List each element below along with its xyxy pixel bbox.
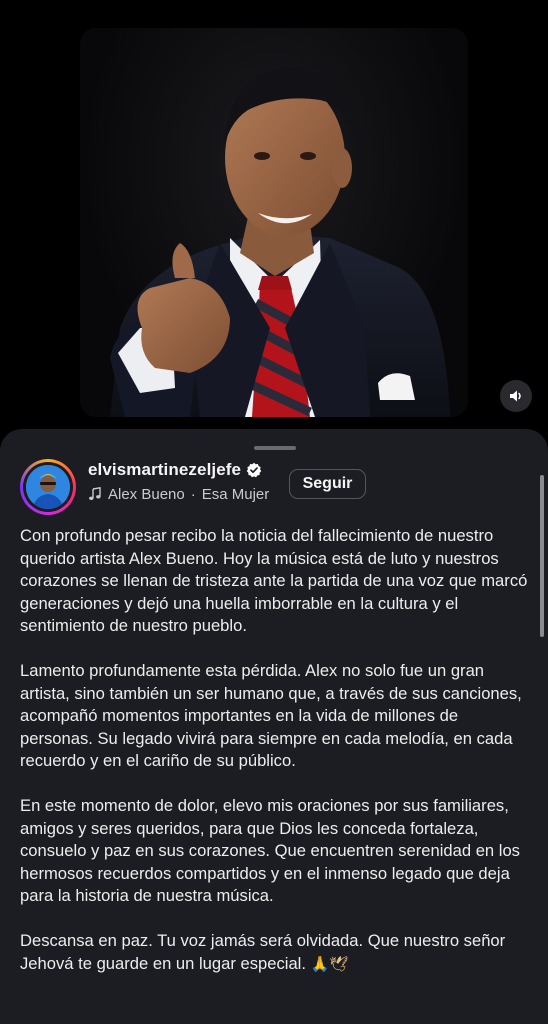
caption-paragraph: En este momento de dolor, elevo mis orac…: [20, 796, 520, 905]
audio-separator: ·: [190, 485, 196, 503]
music-note-icon: [89, 487, 101, 500]
username[interactable]: elvismartinezeljefe: [88, 460, 241, 480]
verified-badge-icon: [246, 462, 262, 478]
caption-emojis: 🙏🕊: [310, 954, 349, 973]
scrollbar[interactable]: [540, 475, 544, 637]
caption-sheet: elvismartinezeljefe Alex Bueno · Esa Muj…: [0, 429, 548, 1024]
sheet-grabber[interactable]: [254, 446, 296, 450]
audio-track: Esa Mujer: [201, 485, 270, 503]
avatar[interactable]: [20, 459, 76, 515]
portrait-image: [110, 68, 450, 417]
post-photo[interactable]: [80, 28, 468, 417]
audio-toggle-button[interactable]: [500, 380, 532, 412]
username-row: elvismartinezeljefe: [88, 459, 262, 481]
post-caption: Con profundo pesar recibo la noticia del…: [20, 525, 532, 998]
caption-paragraph-last: Descansa en paz. Tu voz jamás será olvid…: [20, 930, 532, 975]
avatar-image: [26, 465, 70, 509]
audio-attribution[interactable]: Alex Bueno · Esa Mujer: [88, 484, 269, 504]
audio-artist: Alex Bueno: [108, 485, 185, 503]
speaker-icon: [510, 390, 521, 402]
caption-paragraph: Lamento profundamente esta pérdida. Alex…: [20, 661, 522, 770]
follow-button[interactable]: Seguir: [289, 469, 366, 499]
caption-paragraph: Con profundo pesar recibo la noticia del…: [20, 526, 528, 635]
post-detail-screen: elvismartinezeljefe Alex Bueno · Esa Muj…: [0, 0, 548, 1024]
caption-paragraph-text: Descansa en paz. Tu voz jamás será olvid…: [20, 931, 506, 973]
